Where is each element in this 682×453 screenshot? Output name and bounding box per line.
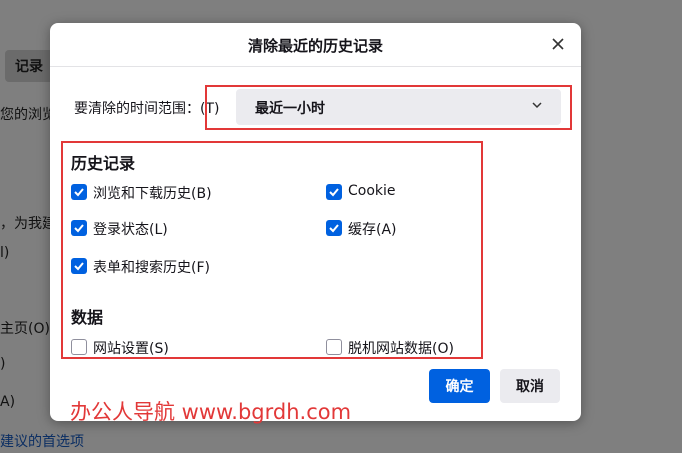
close-button[interactable] bbox=[545, 31, 571, 57]
ok-button[interactable]: 确定 bbox=[429, 369, 490, 403]
title-divider bbox=[50, 66, 581, 67]
watermark-text: 办公人导航 www.bgrdh.com bbox=[70, 400, 352, 424]
clear-history-dialog: 清除最近的历史记录 要清除的时间范围：(T) 最近一小时 历史记录 浏览和下载历… bbox=[50, 23, 581, 421]
background-text: 您的浏览 bbox=[0, 107, 56, 123]
background-text: ) bbox=[0, 356, 6, 372]
background-text: ，为我建 bbox=[0, 216, 56, 232]
background-text: 主页(O) bbox=[0, 321, 50, 337]
background-tab: 记录 bbox=[5, 50, 53, 82]
close-icon bbox=[552, 38, 564, 50]
time-range-label: 要清除的时间范围：(T) bbox=[74, 101, 220, 117]
highlight-box-options bbox=[61, 141, 483, 359]
cancel-button[interactable]: 取消 bbox=[500, 369, 560, 403]
background-link: 建议的首选项 bbox=[0, 434, 84, 450]
dialog-title: 清除最近的历史记录 bbox=[247, 37, 383, 55]
highlight-box-time-range bbox=[205, 85, 572, 130]
background-text: A) bbox=[0, 394, 16, 410]
background-text: l) bbox=[0, 245, 10, 261]
